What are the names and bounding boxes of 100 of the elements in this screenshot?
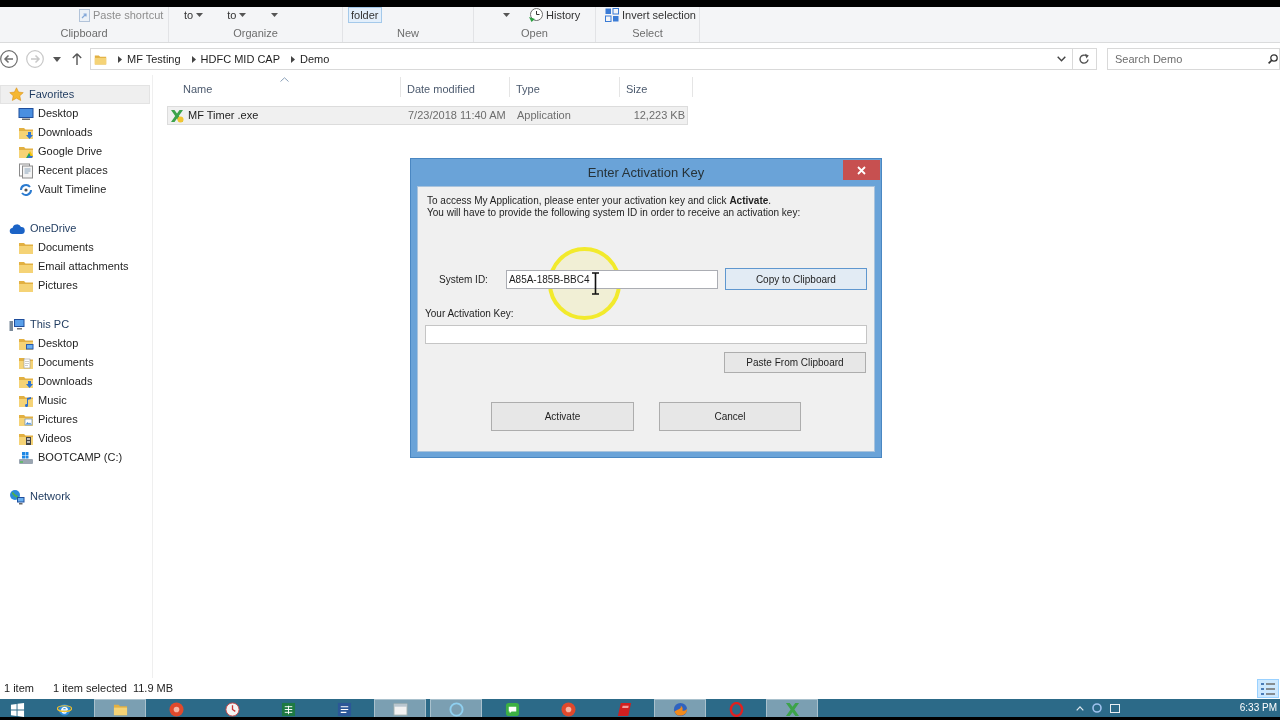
- search-field[interactable]: Search Demo: [1107, 48, 1280, 70]
- column-header[interactable]: Size: [620, 77, 693, 97]
- dialog-title: Enter Activation Key: [586, 164, 706, 182]
- activation-key-field[interactable]: [425, 325, 867, 344]
- close-icon: [857, 165, 866, 175]
- column-header[interactable]: Type: [510, 77, 620, 97]
- circular-arrows-icon: [18, 181, 34, 198]
- field-label: Your Activation Key:: [424, 308, 515, 320]
- caret-icon: [503, 13, 510, 17]
- close-button[interactable]: [843, 160, 880, 180]
- sidebar-header[interactable]: Favorites: [0, 85, 150, 104]
- sidebar-item[interactable]: Pictures: [0, 410, 150, 429]
- ribbon-button[interactable]: History: [526, 7, 584, 23]
- caret-icon[interactable]: [53, 56, 61, 62]
- dialog-button[interactable]: Cancel: [659, 402, 801, 431]
- document-icon: [336, 702, 352, 717]
- selection-count: 1 item selected: [52, 681, 127, 697]
- sidebar-item[interactable]: Email attachments: [0, 257, 150, 276]
- pages-icon: [18, 162, 34, 179]
- details-view-icon: [1260, 681, 1276, 696]
- breadcrumb[interactable]: HDFC MID CAP: [200, 52, 281, 66]
- spreadsheet-icon: [280, 702, 296, 717]
- view-button[interactable]: [1257, 679, 1279, 698]
- sidebar-item[interactable]: Downloads: [0, 123, 150, 142]
- dialog-button[interactable]: Activate: [491, 402, 634, 431]
- intro-text: To access My Application, please enter your activation key and click Activate.: [426, 194, 773, 207]
- text-cursor-icon: [592, 272, 599, 295]
- back-icon[interactable]: [0, 50, 18, 68]
- cross-app-icon: [170, 108, 184, 123]
- address-bar[interactable]: MF Testing HDFC MID CAP Demo: [90, 48, 1097, 70]
- system-id-field[interactable]: A85A-185B-BBC4: [505, 269, 718, 289]
- ribbon-group-label: Organize: [233, 27, 278, 40]
- chevron-right-icon[interactable]: [191, 55, 196, 63]
- caret-icon: [196, 13, 204, 17]
- taskbar-button[interactable]: [374, 699, 426, 717]
- sidebar-item[interactable]: Desktop: [0, 104, 150, 123]
- file-name: MF Timer .exe: [188, 108, 259, 124]
- star-icon: [9, 87, 24, 102]
- breadcrumb[interactable]: Demo: [300, 52, 330, 66]
- sidebar-item[interactable]: Vault Timeline: [0, 180, 150, 199]
- drive-icon: [18, 449, 34, 466]
- chevron-right-icon[interactable]: [118, 55, 122, 63]
- sidebar-item[interactable]: Desktop: [0, 334, 150, 353]
- ribbon-button[interactable]: folder: [348, 7, 382, 23]
- dialog-button[interactable]: Paste From Clipboard: [724, 352, 866, 373]
- logo-icon: [616, 702, 632, 717]
- chevron-up-icon: [1075, 705, 1084, 711]
- instruction-text: You will have to provide the following system ID in order to receive an activation key:: [426, 207, 802, 219]
- window-icon: [392, 702, 408, 717]
- clock-icon: [224, 702, 240, 717]
- chevron-down-icon[interactable]: [1057, 56, 1066, 62]
- caret-icon: [271, 13, 279, 17]
- search-icon: [1268, 54, 1278, 64]
- sidebar-item[interactable]: Pictures: [0, 276, 150, 295]
- table-cell-text: 7/23/2018 11:40 AM: [407, 108, 507, 124]
- column-header[interactable]: Name: [168, 77, 401, 97]
- folder-icon: [94, 52, 107, 66]
- chat-icon: [504, 702, 520, 717]
- clock: 6:33 PM: [1239, 702, 1277, 714]
- file-row[interactable]: MF Timer .exe 7/23/2018 11:40 AM Application 12,223 KB: [167, 106, 688, 125]
- ribbon-button[interactable]: to: [224, 7, 250, 23]
- sidebar-item[interactable]: Music: [0, 391, 150, 410]
- sidebar-item[interactable]: Recent places: [0, 161, 150, 180]
- cross-app-icon: [784, 702, 800, 717]
- sidebar-header[interactable]: This PC: [0, 315, 150, 334]
- sidebar-item[interactable]: BOOTCAMP (C:): [0, 448, 150, 467]
- start-icon: [9, 702, 25, 717]
- sidebar-item[interactable]: Documents: [0, 238, 150, 257]
- sidebar-header[interactable]: OneDrive: [0, 219, 150, 238]
- ribbon-group-label: Select: [632, 27, 663, 40]
- ring-icon: [728, 702, 744, 717]
- ring-icon: [448, 702, 464, 717]
- sidebar-item[interactable]: Documents: [0, 353, 150, 372]
- window-icon: [1109, 703, 1120, 713]
- ribbon-button[interactable]: Invert selection: [602, 7, 699, 23]
- breadcrumb[interactable]: MF Testing: [127, 52, 181, 66]
- network-icon: [9, 488, 25, 505]
- taskbar-button[interactable]: [654, 699, 706, 717]
- caret-icon: [239, 13, 247, 17]
- sidebar-header[interactable]: Network: [0, 487, 150, 506]
- table-cell-text: Application: [516, 108, 572, 124]
- sidebar-item[interactable]: Google Drive: [0, 142, 150, 161]
- ribbon-group-label: New: [397, 27, 419, 40]
- column-header[interactable]: Date modified: [401, 77, 510, 97]
- item-count: 1 item: [4, 681, 34, 697]
- computer-icon: [9, 316, 25, 333]
- flame-globe-icon: [672, 702, 688, 717]
- sidebar-item[interactable]: Downloads: [0, 372, 150, 391]
- monitor-icon: [18, 105, 34, 122]
- chevron-right-icon[interactable]: [291, 55, 296, 63]
- selection-size: 11.9 MB: [132, 681, 174, 697]
- folder-icon: [112, 702, 128, 717]
- round-app-icon: [560, 702, 576, 717]
- sidebar-item[interactable]: Videos: [0, 429, 150, 448]
- ring-icon: [1091, 703, 1102, 713]
- up-arrow-icon[interactable]: [72, 53, 82, 65]
- refresh-icon[interactable]: [1078, 53, 1090, 65]
- field-label: System ID:: [439, 272, 488, 287]
- dialog-button[interactable]: Copy to Clipboard: [724, 268, 867, 290]
- ribbon-button[interactable]: to: [181, 7, 207, 23]
